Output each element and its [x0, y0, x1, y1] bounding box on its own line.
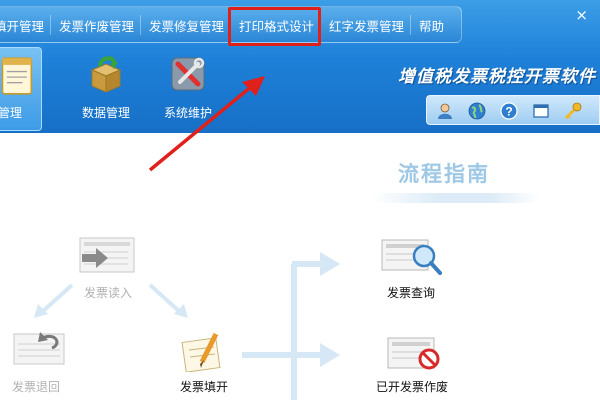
invoice-read-in-icon[interactable] — [78, 236, 138, 276]
flow-arrow-head — [320, 343, 340, 367]
invoice-query-icon[interactable] — [380, 236, 442, 278]
flow-arrow — [148, 283, 182, 314]
step-label-void: 已开发票作废 — [376, 380, 449, 394]
step-label-issue: 发票填开 — [180, 380, 229, 394]
invoice-issue-icon[interactable] — [180, 330, 230, 372]
flow-diagram-connectors — [34, 76, 340, 400]
flow-arrow-head — [320, 252, 340, 276]
invoice-void-icon[interactable] — [386, 336, 442, 372]
invoice-return-icon[interactable] — [12, 328, 68, 368]
annotation-arrow — [148, 84, 254, 172]
step-label-return: 发票退回 — [12, 380, 61, 394]
step-label-read-in: 发票读入 — [84, 286, 133, 300]
flow-arrow — [40, 283, 74, 314]
step-label-query: 发票查询 — [387, 286, 436, 300]
